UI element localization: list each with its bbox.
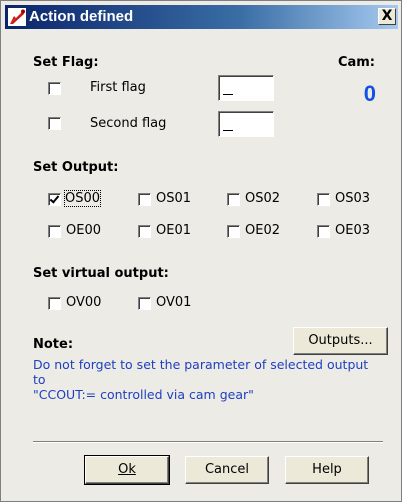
virtual-output-checkbox-ov01[interactable]	[138, 297, 151, 310]
first-flag-label: First flag	[90, 80, 146, 95]
output-checkbox-os02[interactable]	[227, 193, 240, 206]
output-checkbox-oe02[interactable]	[227, 225, 240, 238]
set-virtual-output-heading: Set virtual output:	[33, 266, 169, 281]
output-label-os03: OS03	[335, 191, 371, 206]
app-icon	[8, 8, 26, 26]
output-label-oe03: OE03	[335, 223, 370, 238]
cancel-label: Cancel	[204, 462, 250, 477]
separator	[33, 441, 383, 443]
ok-label: Ok	[118, 462, 136, 477]
second-flag-label: Second flag	[90, 116, 167, 131]
output-checkbox-oe00[interactable]	[48, 225, 61, 238]
cancel-button[interactable]: Cancel	[185, 456, 269, 484]
cam-value: 0	[363, 81, 376, 106]
help-button[interactable]: Help	[285, 456, 369, 484]
close-icon: X	[381, 8, 393, 24]
output-label-oe01: OE01	[156, 223, 191, 238]
note-text: Do not forget to set the parameter of se…	[33, 357, 369, 402]
second-flag-checkbox[interactable]	[48, 117, 61, 130]
note-heading: Note:	[33, 337, 74, 352]
output-checkbox-os00[interactable]	[48, 193, 61, 206]
output-checkbox-os03[interactable]	[317, 193, 330, 206]
virtual-output-label-ov01: OV01	[156, 295, 192, 310]
output-label-os00: OS00	[63, 190, 102, 207]
dialog-window: Action defined X Set Flag: Cam: 0 First …	[0, 0, 402, 502]
title-bar[interactable]: Action defined X	[5, 5, 398, 29]
output-checkbox-os01[interactable]	[138, 193, 151, 206]
window-title: Action defined	[29, 8, 134, 25]
ok-button[interactable]: Ok	[84, 455, 170, 485]
first-flag-field[interactable]	[218, 75, 274, 101]
output-checkbox-oe03[interactable]	[317, 225, 330, 238]
output-label-os01: OS01	[156, 191, 192, 206]
cam-label: Cam:	[337, 55, 375, 70]
virtual-output-label-ov00: OV00	[66, 295, 102, 310]
output-checkbox-oe01[interactable]	[138, 225, 151, 238]
outputs-button[interactable]: Outputs...	[293, 327, 388, 355]
output-label-oe00: OE00	[66, 223, 101, 238]
first-flag-checkbox[interactable]	[48, 82, 61, 95]
help-label: Help	[312, 462, 342, 477]
output-label-oe02: OE02	[245, 223, 280, 238]
set-flag-heading: Set Flag:	[33, 55, 99, 70]
virtual-output-checkbox-ov00[interactable]	[48, 297, 61, 310]
second-flag-field[interactable]	[218, 111, 274, 137]
set-output-heading: Set Output:	[33, 160, 119, 175]
output-label-os02: OS02	[245, 191, 281, 206]
close-button[interactable]: X	[378, 8, 396, 25]
